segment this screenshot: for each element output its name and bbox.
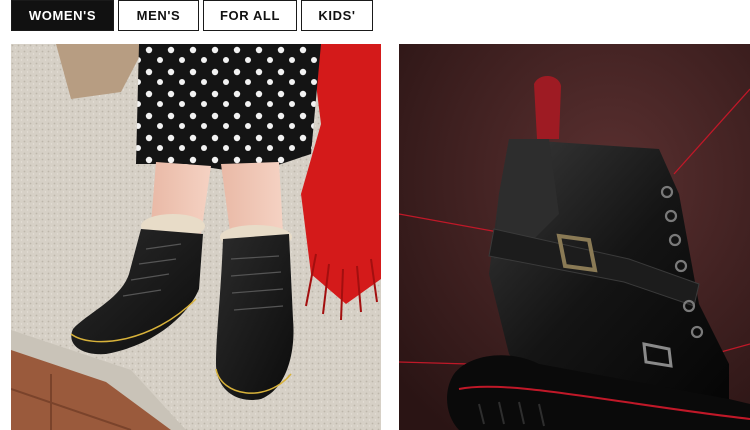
tab-mens[interactable]: MEN'S	[118, 0, 199, 31]
tab-for-all[interactable]: FOR ALL	[203, 0, 297, 31]
tab-womens[interactable]: WOMEN'S	[11, 0, 114, 31]
buckle-boot-photo	[399, 44, 750, 430]
tab-kids[interactable]: KIDS'	[301, 0, 373, 31]
womens-boots-photo	[11, 44, 381, 430]
product-card-womens-boots[interactable]	[11, 44, 381, 430]
category-tabs: WOMEN'S MEN'S FOR ALL KIDS'	[0, 0, 750, 36]
product-card-buckle-boot[interactable]	[399, 44, 750, 430]
